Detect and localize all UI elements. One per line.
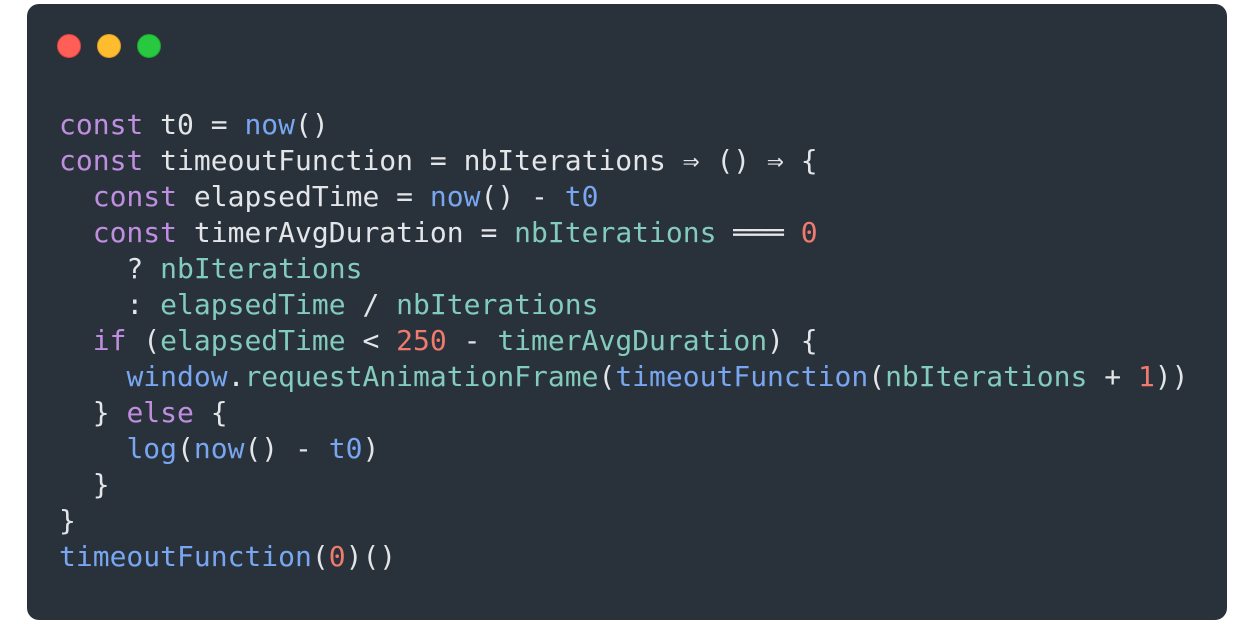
code-token-var: nbIterations	[885, 360, 1088, 393]
code-block: const t0 = now() const timeoutFunction = …	[59, 107, 1189, 575]
code-token-op: )()	[345, 540, 397, 573]
code-token-op: () -	[244, 432, 329, 465]
code-token-kw: const	[92, 180, 178, 213]
code-token-op: {	[193, 396, 228, 429]
code-token-fn: window	[126, 360, 228, 393]
code-token-num: 0	[328, 540, 346, 573]
code-token-fn: timeoutFunction	[615, 360, 869, 393]
code-line: timeoutFunction(0)()	[59, 539, 1189, 575]
code-token-var: timerAvgDuration	[497, 324, 768, 357]
code-token-op: ()	[295, 108, 329, 141]
code-token-op: (	[126, 324, 161, 357]
code-token-op: )	[362, 432, 380, 465]
code-line: const elapsedTime = now() - t0	[59, 179, 1189, 215]
close-button-icon[interactable]	[57, 34, 81, 58]
code-token-op	[59, 360, 126, 393]
code-token-op: timerAvgDuration =	[177, 216, 515, 249]
code-token-op: +	[1087, 360, 1138, 393]
code-token-op	[59, 432, 126, 465]
code-token-fn: now	[244, 108, 296, 141]
code-token-op: }	[59, 468, 110, 501]
code-line: }	[59, 467, 1189, 503]
code-token-op	[59, 180, 93, 213]
code-token-op: elapsedTime =	[177, 180, 430, 213]
code-token-op: -	[446, 324, 498, 357]
code-token-op: <	[345, 324, 397, 357]
code-token-kw: const	[59, 108, 144, 141]
code-token-op: timeoutFunction = nbIterations ⇒ () ⇒ {	[143, 144, 818, 177]
code-token-var: nbIterations	[160, 252, 363, 285]
code-line: window.requestAnimationFrame(timeoutFunc…	[59, 359, 1189, 395]
code-token-op: (	[598, 360, 616, 393]
code-line: ? nbIterations	[59, 251, 1189, 287]
code-token-op: (	[177, 432, 194, 465]
code-token-fn: t0	[328, 432, 363, 465]
code-token-op: () -	[480, 180, 565, 213]
code-token-fn: timeoutFunction	[59, 540, 312, 573]
minimize-button-icon[interactable]	[97, 34, 121, 58]
code-token-op: ) {	[767, 324, 818, 357]
code-token-fn: now	[193, 432, 245, 465]
code-token-var: elapsedTime	[160, 324, 346, 357]
code-token-fn: now	[429, 180, 481, 213]
code-line: }	[59, 503, 1189, 539]
code-window: const t0 = now() const timeoutFunction = …	[27, 4, 1227, 620]
code-token-op: /	[345, 288, 397, 321]
code-token-num: 250	[396, 324, 447, 357]
code-token-prop: requestAnimationFrame	[244, 360, 599, 393]
code-token-op: ?	[59, 252, 161, 285]
code-line: const timerAvgDuration = nbIterations ══…	[59, 215, 1189, 251]
code-line: const timeoutFunction = nbIterations ⇒ (…	[59, 143, 1189, 179]
code-token-op	[59, 324, 93, 357]
code-token-var: nbIterations	[396, 288, 599, 321]
code-line: } else {	[59, 395, 1189, 431]
code-token-op: }	[59, 504, 76, 537]
code-token-num: 1	[1137, 360, 1155, 393]
code-token-op: (	[868, 360, 886, 393]
maximize-button-icon[interactable]	[137, 34, 161, 58]
code-token-fn: t0	[564, 180, 599, 213]
code-line: : elapsedTime / nbIterations	[59, 287, 1189, 323]
code-token-kw: const	[59, 144, 144, 177]
code-line: const t0 = now()	[59, 107, 1189, 143]
code-token-op: ═══	[716, 216, 801, 249]
code-token-num: 0	[800, 216, 818, 249]
code-token-op: (	[311, 540, 329, 573]
code-token-op: .	[227, 360, 245, 393]
code-token-op: ))	[1154, 360, 1189, 393]
code-line: if (elapsedTime < 250 - timerAvgDuration…	[59, 323, 1189, 359]
code-token-kw: const	[92, 216, 178, 249]
code-token-op	[59, 216, 93, 249]
code-line: log(now() - t0)	[59, 431, 1189, 467]
code-token-fn: log	[126, 432, 178, 465]
code-token-kw: if	[92, 324, 127, 357]
code-token-op: }	[59, 396, 127, 429]
code-token-var: nbIterations	[514, 216, 717, 249]
code-token-kw: else	[126, 396, 194, 429]
code-token-op: :	[59, 288, 161, 321]
code-token-var: elapsedTime	[160, 288, 346, 321]
code-token-op: t0 =	[143, 108, 245, 141]
